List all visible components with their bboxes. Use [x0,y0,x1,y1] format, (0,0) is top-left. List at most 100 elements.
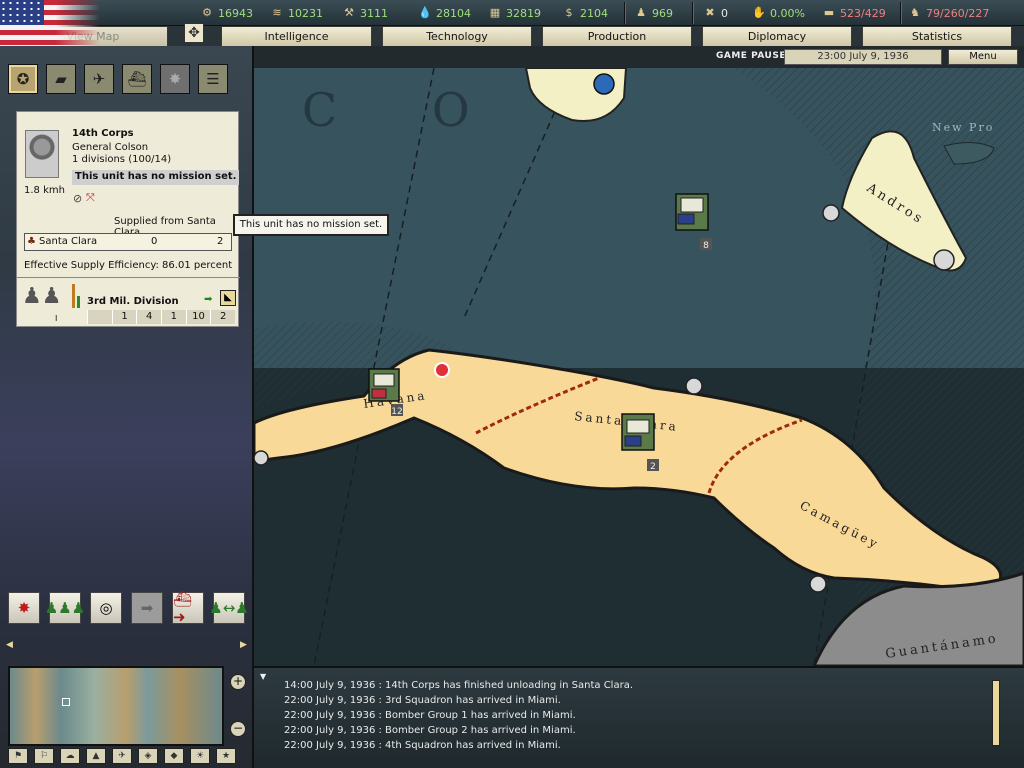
log-scrollbar[interactable] [992,680,1000,746]
filter-supply-button[interactable]: ✈ [112,748,132,764]
armor-unit-tab[interactable]: ▰ [46,64,76,94]
rare-materials-resource[interactable]: ⚒ 3111 [342,4,388,22]
log-collapse-icon[interactable]: ▼ [260,672,266,681]
division-stats: 1 4 1 10 2 [87,310,235,324]
supply-icon: ✈ [118,751,126,761]
game-date[interactable]: 23:00 July 9, 1936 [784,49,942,65]
move-arrows-icon[interactable]: ⤧ [86,191,95,205]
airbase-icon[interactable] [933,249,955,271]
port-anchor-icon[interactable] [822,204,840,222]
infantry-icon: ✪ [16,70,30,88]
map-canvas[interactable]: C O Andros New Pro Havana Santa Clara Ca… [254,68,1024,666]
filter-cloud-button[interactable]: ☁ [60,748,80,764]
flag-icon [371,388,387,399]
transport-icon: ☰ [206,70,220,88]
star-icon: ★ [221,751,231,761]
hand-icon: ✋ [752,6,766,19]
flag-icon: ⚑ [13,751,23,761]
target-button[interactable]: ◎ [90,592,122,624]
tab-diplomacy[interactable]: Diplomacy [702,26,852,46]
unit-action-row: ✸ ♟♟♟ ◎ ➡ ⛴➜ ♟↔♟ [8,590,249,626]
filter-terrain-button[interactable]: ▲ [86,748,106,764]
filter-star-button[interactable]: ★ [216,748,236,764]
general-name[interactable]: General Colson [72,142,148,153]
disband-button[interactable]: ✸ [8,592,40,624]
dissent-percent-resource[interactable]: ✋ 0.00% [752,4,805,22]
escorts-resource[interactable]: ♞ 79/260/227 [908,4,989,22]
filter-region-button[interactable]: ◈ [138,748,158,764]
money-resource[interactable]: $2104 [562,4,609,22]
zoom-in-button[interactable]: + [230,674,246,690]
port-anchor-icon[interactable] [685,377,703,395]
general-portrait[interactable] [25,130,59,178]
energy-resource[interactable]: ⚙ 16943 [200,4,253,22]
scroll-right-icon[interactable]: ▶ [240,640,247,650]
supply-value-b: 2 [217,236,224,247]
explosion-tab[interactable]: ✸ [160,64,190,94]
reinforce-arrow-icon[interactable]: ➡ [204,294,212,305]
minimap-viewport[interactable] [62,698,70,706]
log-entry[interactable]: 14:00 July 9, 1936 : 14th Corps has fini… [284,678,633,693]
naval-transfer-button[interactable]: ⛴➜ [172,590,204,626]
zoom-out-button[interactable]: − [230,721,246,737]
land-unit-tab[interactable]: ✪ [8,64,38,94]
filter-resource-button[interactable]: ◆ [164,748,184,764]
world-map[interactable]: C O Andros New Pro Havana Santa Clara Ca… [254,68,1024,666]
unit-speed: 1.8 kmh [24,185,65,196]
menu-button[interactable]: Menu [948,49,1018,65]
transport-resource[interactable]: ▬ 523/429 [822,4,886,22]
tab-production[interactable]: Production [542,26,692,46]
detach-icon[interactable]: ◣ [220,290,236,306]
capital-marker-icon[interactable] [434,362,450,378]
game-paused-label: GAME PAUSED [716,51,794,61]
tank-icon: ▰ [55,70,67,88]
metal-resource[interactable]: ≋ 10231 [270,4,323,22]
scroll-left-icon[interactable]: ◀ [6,640,13,650]
supplies-resource[interactable]: ▦ 32819 [488,4,541,22]
mission-status: This unit has no mission set. [72,170,239,185]
move-button[interactable]: ➡ [131,592,163,624]
strength-bar [72,284,75,308]
log-entry[interactable]: 22:00 July 9, 1936 : Bomber Group 1 has … [284,708,633,723]
new-providence-label: New Pro [932,121,994,134]
split-unit-button[interactable]: ♟♟♟ [45,592,85,624]
supply-province-row[interactable]: ♣ Santa Clara 0 2 [24,233,232,251]
map-mode-icon[interactable]: ✥ [184,23,204,43]
message-log: ▼ 14:00 July 9, 1936 : 14th Corps has fi… [254,666,1024,768]
resource-icon: ◆ [170,751,178,761]
air-unit-tab[interactable]: ✈ [84,64,114,94]
merge-icon: ♟↔♟ [209,599,249,617]
transport-tab[interactable]: ☰ [198,64,228,94]
minimap[interactable] [8,666,224,746]
red-star-icon: ✸ [17,599,31,617]
log-entry[interactable]: 22:00 July 9, 1936 : 3rd Squadron has ar… [284,693,633,708]
plane-icon: ✈ [92,70,106,88]
metal-icon: ≋ [272,6,282,19]
division-row[interactable]: ♟♟ I 3rd Mil. Division ➡ ◣ 1 4 1 10 2 [17,282,240,328]
airbase-icon[interactable] [593,73,615,95]
tab-intelligence[interactable]: Intelligence [221,26,372,46]
dissent-resource[interactable]: ✖ 0 [703,4,728,22]
oil-drop-icon: 💧 [418,6,432,19]
no-mission-icon[interactable]: ⊘ [73,192,82,205]
naval-unit-tab[interactable]: ⛴ [122,64,152,94]
port-anchor-icon[interactable] [254,450,269,466]
tab-technology[interactable]: Technology [382,26,532,46]
map-filter-row: ⚑ ⚐ ☁ ▲ ✈ ◈ ◆ ☀ ★ [8,748,236,764]
us-flag-icon[interactable] [0,0,100,46]
supply-efficiency: Effective Supply Efficiency: 86.01 perce… [24,260,233,271]
filter-flag-button[interactable]: ⚑ [8,748,28,764]
log-entry[interactable]: 22:00 July 9, 1936 : 4th Squadron has ar… [284,738,633,753]
manpower-resource[interactable]: ♟ 969 [634,4,673,22]
filter-weather-button[interactable]: ☀ [190,748,210,764]
main-tab-bar: View Map Intelligence Technology Product… [0,26,1024,46]
port-anchor-icon[interactable] [809,575,827,593]
log-entry[interactable]: 22:00 July 9, 1936 : Bomber Group 2 has … [284,723,633,738]
oil-resource[interactable]: 💧 28104 [418,4,471,22]
division-count: 1 divisions (100/14) [72,154,172,165]
merge-unit-button[interactable]: ♟↔♟ [209,592,249,624]
tab-statistics[interactable]: Statistics [862,26,1012,46]
sea-stack-count: 8 [703,241,709,251]
hq-symbol-icon [680,197,704,213]
filter-flag2-button[interactable]: ⚐ [34,748,54,764]
